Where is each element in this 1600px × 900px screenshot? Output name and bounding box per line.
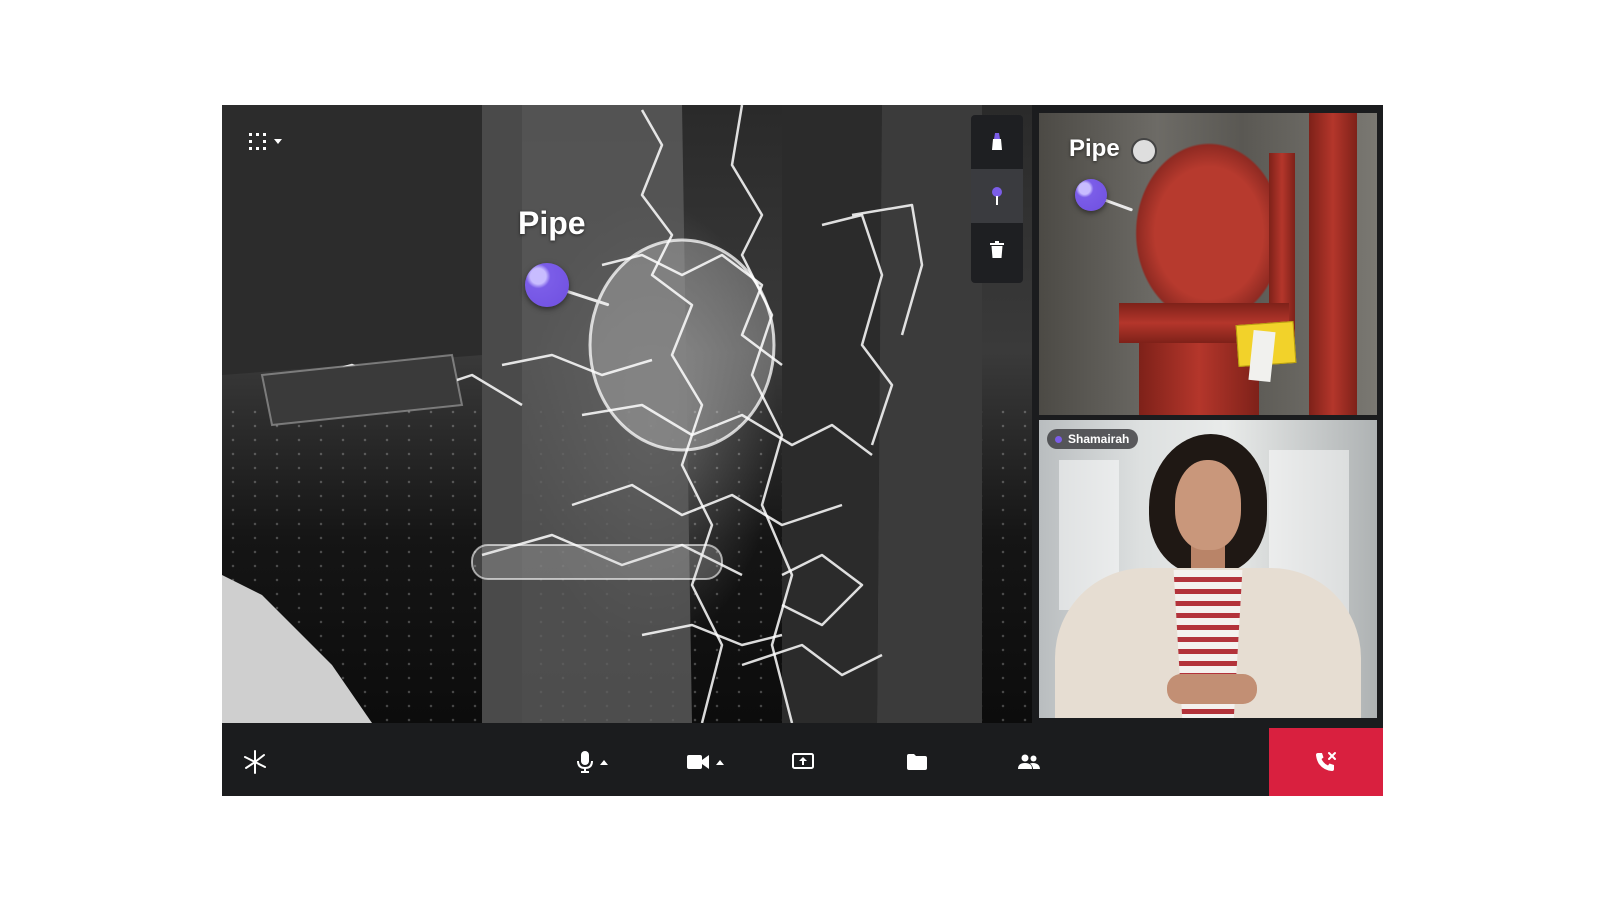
annotation-pin-marker[interactable]	[525, 263, 569, 307]
participant-name-chip: Shamairah	[1047, 429, 1139, 449]
app-logo-button[interactable]	[240, 728, 270, 796]
eraser-tool-button[interactable]	[971, 115, 1023, 169]
mesh-3d-view[interactable]: Pipe	[222, 105, 1032, 723]
grid-dots-icon	[249, 133, 266, 150]
sparkle-logo-icon	[244, 750, 266, 774]
annotation-pin-marker[interactable]	[1075, 179, 1107, 211]
trash-icon	[990, 241, 1004, 258]
paper-tag	[1248, 329, 1276, 383]
share-screen-button[interactable]	[788, 728, 818, 796]
delete-tool-button[interactable]	[971, 223, 1023, 277]
camera-icon	[686, 755, 709, 769]
call-control-bar	[222, 728, 1383, 796]
remote-camera-feed[interactable]: Pipe	[1039, 113, 1377, 415]
video-call-window: Pipe Pipe Shamairah	[222, 105, 1383, 796]
mesh-geometry	[222, 105, 982, 723]
mic-options-caret[interactable]	[599, 759, 608, 765]
pressure-gauge	[1131, 138, 1157, 164]
end-call-icon	[1316, 752, 1336, 771]
chevron-down-icon	[274, 139, 282, 144]
folder-icon	[907, 754, 927, 770]
annotation-label-pipe-remote: Pipe	[1069, 135, 1120, 162]
files-button[interactable]	[902, 728, 932, 796]
pin-icon	[992, 187, 1002, 205]
annotation-tool-strip	[971, 115, 1023, 283]
participants-button[interactable]	[1014, 728, 1044, 796]
camera-button[interactable]	[680, 728, 730, 796]
pin-tool-button[interactable]	[971, 169, 1023, 223]
participants-icon	[1018, 754, 1040, 769]
participant-name: Shamairah	[1068, 432, 1130, 446]
layout-grid-button[interactable]	[248, 127, 296, 157]
microphone-button[interactable]	[567, 728, 617, 796]
end-call-button[interactable]	[1269, 728, 1383, 796]
participant-face	[1175, 460, 1241, 550]
pipe-segment	[1309, 113, 1357, 415]
participant-hands	[1167, 674, 1257, 704]
annotation-label-pipe: Pipe	[518, 205, 586, 241]
camera-options-caret[interactable]	[715, 759, 724, 765]
eraser-icon	[992, 133, 1002, 150]
participant-video-tile[interactable]: Shamairah	[1039, 420, 1377, 718]
microphone-icon	[576, 751, 593, 773]
status-dot	[1055, 435, 1062, 443]
share-screen-icon	[792, 753, 814, 769]
